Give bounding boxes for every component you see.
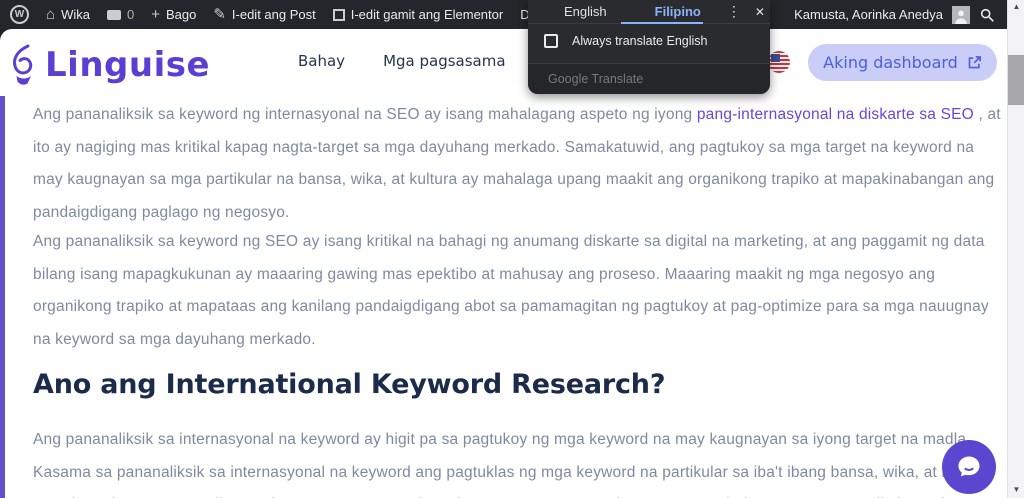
google-translate-popup: English Filipino ⋮ ✕ Always translate En… — [528, 0, 770, 94]
chat-widget-button[interactable] — [942, 440, 996, 494]
left-accent-stripe — [0, 96, 5, 498]
person-icon — [955, 9, 967, 24]
comments-icon — [106, 9, 121, 20]
dashboard-button-label: Aking dashboard — [823, 53, 958, 72]
google-translate-footer: Google Translate — [528, 63, 770, 94]
paragraph-3: Ang pananaliksik sa internasyonal na key… — [33, 431, 985, 498]
wordpress-logo-icon[interactable]: W — [10, 5, 29, 24]
admin-bar-item-label: Wika — [61, 7, 90, 22]
overflow-menu-icon[interactable]: ⋮ — [727, 3, 741, 20]
elementor-icon — [332, 8, 345, 21]
translate-tabs: English Filipino ⋮ ✕ — [528, 0, 770, 24]
paragraph-2: Ang pananaliksik sa keyword ng SEO ay is… — [33, 233, 989, 348]
us-flag-icon[interactable] — [768, 51, 790, 73]
scrollbar-thumb[interactable] — [1008, 55, 1024, 105]
nav-item-bahay[interactable]: Bahay — [298, 52, 345, 70]
logo-text: Linguise — [45, 45, 211, 85]
plus-icon: + — [151, 6, 160, 23]
admin-bar-comments[interactable]: 0 — [106, 7, 135, 22]
scroll-down-arrow-icon[interactable]: ▼ — [1008, 483, 1024, 497]
site-page: Linguise Bahay Mga pagsasama Mga Aking d… — [0, 29, 1007, 498]
scroll-up-arrow-icon[interactable]: ▲ — [1008, 0, 1024, 14]
admin-bar-site-name[interactable]: ⌂ Wika — [46, 7, 90, 22]
admin-bar-item-label: I-edit ang Post — [231, 7, 316, 22]
pencil-icon: ✎ — [213, 6, 226, 23]
tab-filipino[interactable]: Filipino — [655, 4, 701, 19]
screen: W ⌂ Wika 0 + Bago ✎ I-edit ang Post I-ed… — [0, 0, 1024, 498]
admin-bar-edit-elementor[interactable]: I-edit gamit ang Elementor — [332, 7, 504, 22]
paragraph-1: Ang pananaliksik sa keyword ng internasy… — [33, 99, 1007, 229]
admin-bar-new[interactable]: + Bago — [151, 7, 196, 22]
aking-dashboard-button[interactable]: Aking dashboard — [808, 44, 997, 81]
comment-count: 0 — [126, 7, 135, 22]
admin-bar-edit-post[interactable]: ✎ I-edit ang Post — [213, 7, 315, 22]
external-link-icon — [968, 56, 981, 69]
paragraph-1-text: Ang pananaliksik sa keyword ng internasy… — [33, 106, 697, 123]
wp-admin-bar: W ⌂ Wika 0 + Bago ✎ I-edit ang Post I-ed… — [0, 0, 1007, 29]
admin-bar-item-label: Bago — [165, 7, 197, 22]
always-translate-row: Always translate English — [544, 34, 770, 48]
always-translate-label: Always translate English — [572, 34, 708, 48]
paragraph-1-text: , at ito ay nagiging mas kritikal kapag … — [33, 106, 1001, 221]
admin-bar-greeting: Kamusta, Aorinka Anedya — [794, 7, 943, 22]
scrollbar-track[interactable]: ▲ ▼ — [1007, 0, 1024, 498]
nav-item-mga-pagsasama[interactable]: Mga pagsasama — [383, 52, 505, 70]
admin-bar-account[interactable]: Kamusta, Aorinka Anedya — [794, 7, 943, 22]
linguise-logo-icon — [13, 44, 33, 85]
section-heading: Ano ang International Keyword Research? — [33, 369, 666, 400]
seo-strategy-link[interactable]: pang-internasyonal na diskarte sa SEO — [697, 106, 974, 123]
tab-english[interactable]: English — [564, 4, 607, 19]
active-tab-underline — [621, 22, 703, 24]
linguise-logo[interactable]: Linguise — [8, 43, 210, 87]
home-icon: ⌂ — [46, 6, 56, 23]
chat-bubble-icon — [958, 456, 980, 477]
admin-bar-item-label: I-edit gamit ang Elementor — [350, 7, 504, 22]
close-icon[interactable]: ✕ — [755, 5, 765, 19]
always-translate-checkbox[interactable] — [544, 34, 558, 48]
avatar — [952, 5, 970, 24]
search-icon[interactable] — [979, 7, 995, 23]
